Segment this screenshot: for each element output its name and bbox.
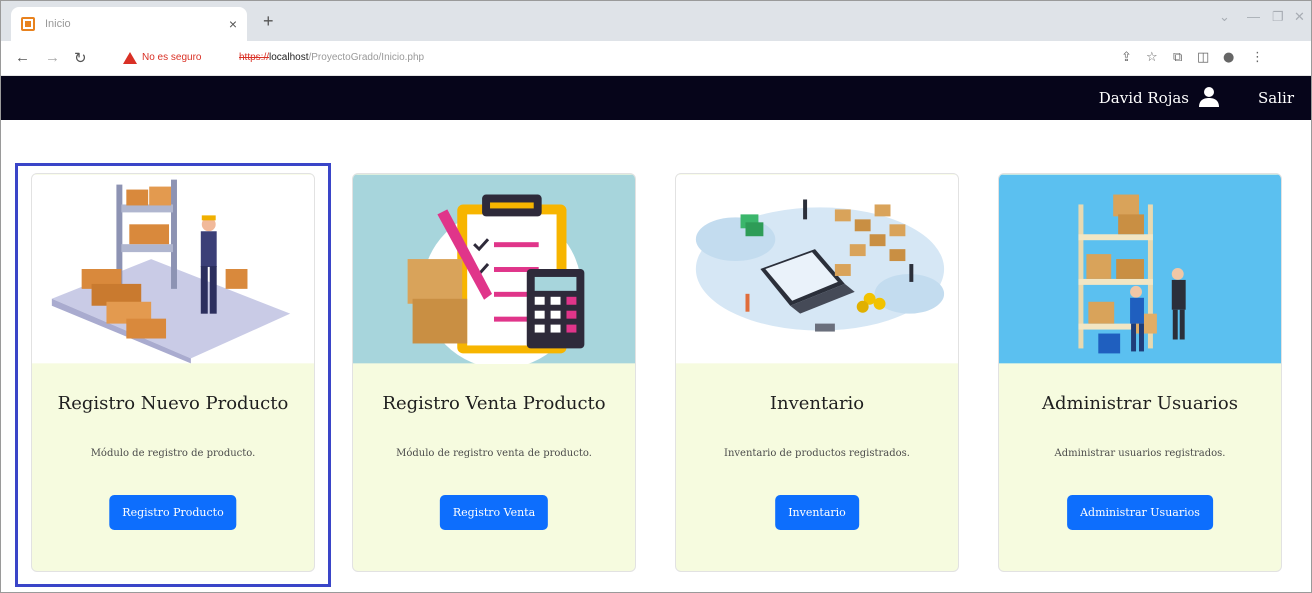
minimize-icon[interactable]: — bbox=[1247, 9, 1260, 24]
card-body: Registro Venta Producto Módulo de regist… bbox=[353, 364, 635, 571]
url-field[interactable]: https://localhost/ProyectoGrado/Inicio.p… bbox=[239, 52, 424, 63]
browser-window: Inicio × + ⌄ — ❐ ✕ ← → ↻ No es seguro ht… bbox=[0, 0, 1312, 593]
new-tab-button[interactable]: + bbox=[263, 11, 274, 32]
card-administrar-usuarios: Administrar Usuarios Administrar usuario… bbox=[998, 173, 1282, 572]
registro-venta-button[interactable]: Registro Venta bbox=[439, 495, 549, 530]
warehouse-shelves-illustration bbox=[999, 174, 1281, 364]
card-description: Administrar usuarios registrados. bbox=[1054, 448, 1226, 459]
card-body: Inventario Inventario de productos regis… bbox=[676, 364, 958, 571]
back-icon[interactable]: ← bbox=[15, 49, 30, 66]
favicon-icon bbox=[21, 17, 35, 31]
tab-title: Inicio bbox=[45, 18, 71, 30]
chevron-down-icon[interactable]: ⌄ bbox=[1219, 9, 1230, 25]
maximize-icon[interactable]: ❐ bbox=[1272, 9, 1284, 25]
browser-tab[interactable]: Inicio × bbox=[11, 7, 247, 41]
url-path: /ProyectoGrado/Inicio.php bbox=[308, 52, 425, 63]
security-warning[interactable]: No es seguro bbox=[142, 52, 201, 63]
card-body: Administrar Usuarios Administrar usuario… bbox=[999, 364, 1281, 571]
laptop-inventory-illustration bbox=[676, 174, 958, 364]
app-header: David Rojas Salir bbox=[1, 76, 1311, 120]
user-name: David Rojas bbox=[1098, 89, 1189, 107]
url-host: localhost bbox=[269, 52, 309, 63]
selection-highlight bbox=[15, 163, 331, 587]
extensions-icon[interactable]: ⧉ bbox=[1173, 50, 1182, 65]
tab-close-button[interactable]: × bbox=[229, 16, 237, 32]
card-title: Inventario bbox=[769, 393, 865, 414]
clipboard-calculator-illustration bbox=[353, 174, 635, 364]
close-window-icon[interactable]: ✕ bbox=[1294, 9, 1305, 25]
logout-link[interactable]: Salir bbox=[1258, 89, 1294, 107]
menu-icon[interactable]: ⋮ bbox=[1251, 50, 1264, 65]
card-description: Inventario de productos registrados. bbox=[724, 448, 910, 459]
sidepanel-icon[interactable]: ◫ bbox=[1197, 50, 1209, 65]
user-icon[interactable] bbox=[1198, 86, 1220, 108]
card-registro-venta: Registro Venta Producto Módulo de regist… bbox=[352, 173, 636, 572]
card-inventario: Inventario Inventario de productos regis… bbox=[675, 173, 959, 572]
tab-strip: Inicio × + ⌄ — ❐ ✕ bbox=[1, 1, 1311, 41]
address-bar: ← → ↻ No es seguro https://localhost/Pro… bbox=[1, 41, 1311, 76]
inventario-button[interactable]: Inventario bbox=[775, 495, 859, 530]
reload-icon[interactable]: ↻ bbox=[74, 49, 87, 67]
administrar-usuarios-button[interactable]: Administrar Usuarios bbox=[1067, 495, 1213, 530]
forward-icon[interactable]: → bbox=[45, 49, 60, 66]
card-title: Registro Venta Producto bbox=[382, 393, 606, 414]
card-description: Módulo de registro venta de producto. bbox=[396, 448, 592, 459]
card-title: Administrar Usuarios bbox=[1042, 393, 1238, 414]
url-scheme: https:// bbox=[239, 52, 270, 63]
profile-icon[interactable]: ● bbox=[1223, 50, 1234, 65]
warning-icon[interactable] bbox=[123, 52, 137, 64]
star-icon[interactable]: ☆ bbox=[1146, 50, 1158, 65]
share-icon[interactable]: ⇪ bbox=[1121, 50, 1132, 65]
